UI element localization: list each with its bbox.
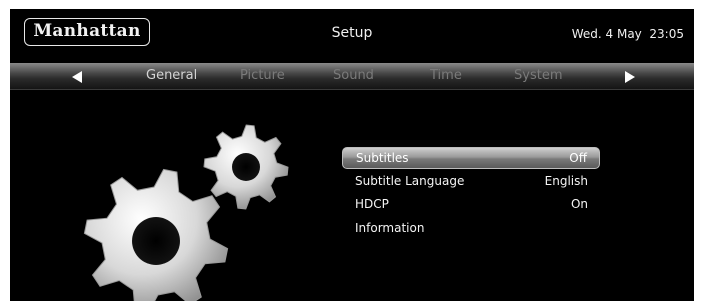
menu-item-label: Subtitles — [356, 151, 409, 165]
menu-item-hdcp[interactable]: HDCP On — [342, 193, 600, 215]
tab-general[interactable]: General — [146, 68, 197, 83]
menu-item-value: English — [544, 174, 588, 188]
menu-item-value: On — [570, 197, 588, 211]
menu-item-label: Subtitle Language — [355, 174, 465, 188]
menu-item-information[interactable]: Information — [342, 217, 600, 239]
gears-icon — [83, 124, 289, 301]
tab-sound[interactable]: Sound — [333, 68, 374, 83]
large-gear-icon — [83, 168, 229, 301]
tab-time[interactable]: Time — [430, 68, 462, 83]
settings-menu: Subtitles Off Subtitle Language English … — [342, 147, 600, 240]
menu-item-label: HDCP — [355, 197, 389, 211]
right-triangle-arrow-icon[interactable] — [625, 71, 635, 83]
menu-item-subtitles[interactable]: Subtitles Off — [342, 147, 600, 169]
tab-picture[interactable]: Picture — [240, 68, 285, 83]
menu-item-value: Off — [569, 151, 587, 165]
setup-screen: Manhattan Setup Wed. 4 May 23:05 General… — [10, 9, 694, 301]
datetime-display: Wed. 4 May 23:05 — [571, 27, 684, 41]
left-triangle-arrow-icon[interactable] — [72, 71, 82, 83]
small-gear-icon — [203, 124, 289, 210]
tab-bar: General Picture Sound Time System — [10, 63, 694, 90]
menu-item-subtitle-language[interactable]: Subtitle Language English — [342, 170, 600, 192]
menu-item-label: Information — [355, 221, 425, 235]
tab-system[interactable]: System — [514, 68, 562, 83]
